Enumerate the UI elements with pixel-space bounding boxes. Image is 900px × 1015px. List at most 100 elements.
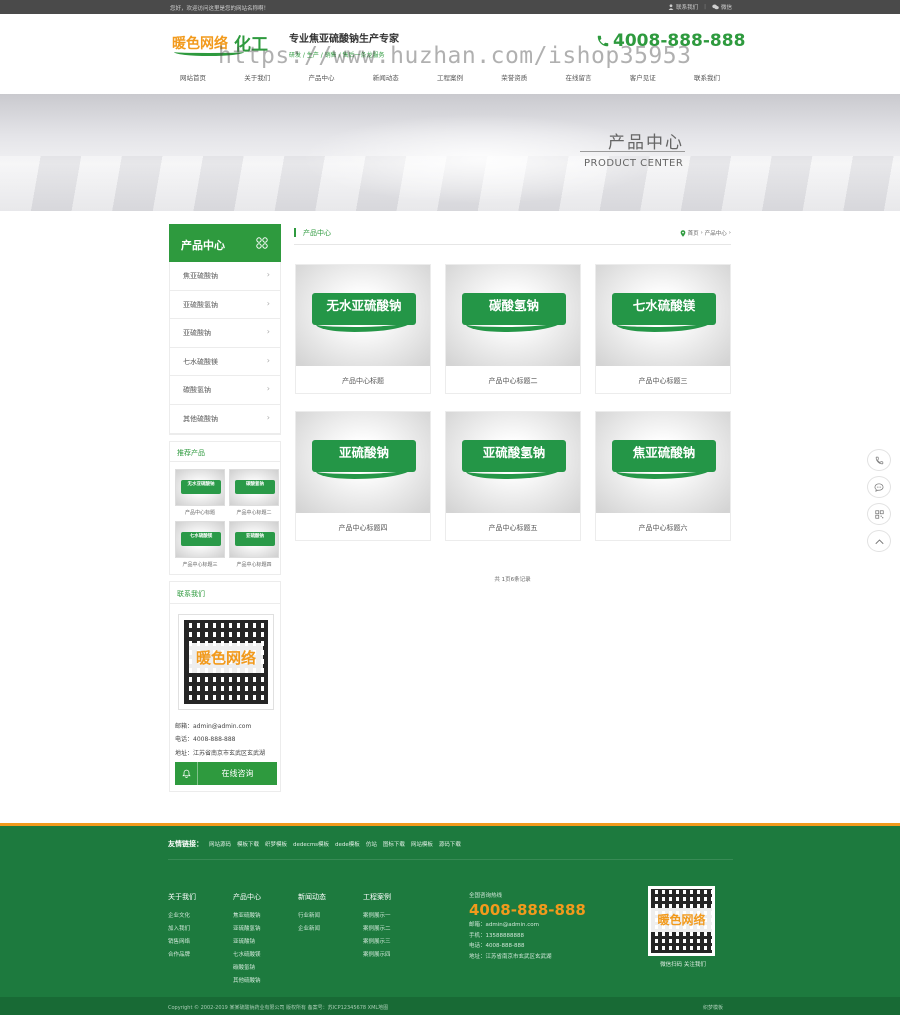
sidebar-item[interactable]: 七水硫酸镁 › xyxy=(170,348,280,377)
float-qrcode-button[interactable] xyxy=(867,503,891,525)
chevron-right-icon: › xyxy=(266,355,270,365)
floating-toolbar xyxy=(867,449,891,552)
product-caption: 产品中心标题四 xyxy=(338,524,388,532)
footer-link[interactable]: 亚硫酸钠 xyxy=(233,936,298,949)
product-image: 七水硫酸镁 xyxy=(596,265,730,366)
breadcrumb-home[interactable]: 首页 xyxy=(688,229,699,237)
footer-link[interactable]: 焦亚硫酸钠 xyxy=(233,910,298,923)
footer-contact: 全国咨询热线 4008-888-888 邮箱：admin@admin.com 手… xyxy=(469,891,586,962)
sidebar-item[interactable]: 其他硫酸钠 › xyxy=(170,405,280,434)
site-footer: 友情链接： 网站源码 模板下载 织梦模板 dedecms模板 dede模板 仿站… xyxy=(0,823,900,1015)
footer-column-title[interactable]: 关于我们 xyxy=(168,892,233,902)
product-thumbnail: 碳酸氢钠 xyxy=(229,468,279,506)
user-icon xyxy=(668,4,674,10)
recommended-item[interactable]: 七水硫酸镁 产品中心标题三 xyxy=(175,520,225,570)
pagination-info: 共 1页6条记录 xyxy=(494,577,531,583)
footer-link[interactable]: 销售网络 xyxy=(168,936,233,949)
product-card[interactable]: 亚硫酸氢钠 产品中心标题五 xyxy=(445,411,581,541)
nav-testimonials[interactable]: 客户见证 xyxy=(620,72,666,82)
friendly-link[interactable]: 模板下载 xyxy=(237,840,259,848)
topbar-contact-link[interactable]: 联系我们 xyxy=(668,3,698,11)
footer-link[interactable]: 企业新闻 xyxy=(298,923,363,936)
friendly-link[interactable]: dede模板 xyxy=(335,840,360,848)
product-caption: 产品中心标题六 xyxy=(638,524,688,532)
product-card[interactable]: 亚硫酸钠产品中心标题四 xyxy=(295,411,431,541)
friendly-link[interactable]: 仿站 xyxy=(366,840,377,848)
content-title: 产品中心 xyxy=(303,229,331,237)
sidebar-item[interactable]: 碳酸氢钠 › xyxy=(170,376,280,405)
footer-column-title[interactable]: 新闻动态 xyxy=(298,892,363,902)
friendly-link[interactable]: dedecms模板 xyxy=(293,840,329,848)
nav-about[interactable]: 关于我们 xyxy=(234,72,280,82)
footer-link[interactable]: 案例展示二 xyxy=(363,923,428,936)
nav-news[interactable]: 新闻动态 xyxy=(363,72,409,82)
friendly-link[interactable]: 图标下载 xyxy=(383,840,405,848)
product-caption: 产品中心标题三 xyxy=(638,377,688,385)
online-consult-button[interactable]: 在线咨询 xyxy=(175,761,277,785)
sidebar-item-label: 亚硫酸钠 xyxy=(183,329,211,338)
recommended-item[interactable]: 亚硫酸钠 产品中心标题四 xyxy=(229,520,279,570)
nav-guestbook[interactable]: 在线留言 xyxy=(556,72,602,82)
footer-column-title[interactable]: 产品中心 xyxy=(233,892,298,902)
banner-subtitle: PRODUCT CENTER xyxy=(584,158,684,169)
footer-link[interactable]: 合作品牌 xyxy=(168,949,233,962)
footer-link[interactable]: 案例展示一 xyxy=(363,910,428,923)
breadcrumb: 首页 › 产品中心 › xyxy=(680,229,731,237)
footer-link[interactable]: 其他硫酸钠 xyxy=(233,975,298,988)
friendly-link[interactable]: 织梦模板 xyxy=(265,840,287,848)
friendly-link[interactable]: 源码下载 xyxy=(439,840,461,848)
recommended-item[interactable]: 碳酸氢钠 产品中心标题二 xyxy=(229,468,279,518)
sidebar-item-label: 其他硫酸钠 xyxy=(183,414,218,423)
sidebar-item[interactable]: 亚硫酸氢钠 › xyxy=(170,291,280,320)
product-grid: 无水亚硫酸钠产品中心标题 碳酸氢钠 产品中心标题二 七水硫酸镁产品中心标题三 亚硫… xyxy=(295,264,731,541)
topbar-wechat-link[interactable]: 微信 xyxy=(712,3,732,11)
thumb-badge: 无水亚硫酸钠 xyxy=(181,479,221,494)
bell-icon xyxy=(175,761,198,785)
product-badge: 亚硫酸钠 xyxy=(312,440,416,479)
thumb-badge: 碳酸氢钠 xyxy=(235,479,275,494)
chevron-right-icon: › xyxy=(266,412,270,422)
float-back-to-top-button[interactable] xyxy=(867,530,891,552)
product-image: 亚硫酸钠 xyxy=(296,412,430,513)
nav-contact[interactable]: 联系我们 xyxy=(684,72,730,82)
footer-link[interactable]: 企业文化 xyxy=(168,910,233,923)
float-chat-button[interactable] xyxy=(867,476,891,498)
watermark-text: https://www.huzhan.com/ishop35953 xyxy=(218,43,692,69)
footer-link[interactable]: 案例展示三 xyxy=(363,936,428,949)
nav-products[interactable]: 产品中心 xyxy=(299,72,345,82)
nav-home[interactable]: 网站首页 xyxy=(170,72,216,82)
footer-link[interactable]: 亚硫酸氢钠 xyxy=(233,923,298,936)
top-bar: 您好，欢迎访问这里是您的网站名称啊！ 联系我们 | 微信 xyxy=(0,0,900,14)
footer-link[interactable]: 七水硫酸镁 xyxy=(233,949,298,962)
credit-link[interactable]: 织梦模板 xyxy=(703,1004,723,1011)
float-phone-button[interactable] xyxy=(867,449,891,471)
breadcrumb-separator: › xyxy=(700,230,703,236)
product-card[interactable]: 无水亚硫酸钠产品中心标题 xyxy=(295,264,431,394)
nav-honors[interactable]: 荣誉资质 xyxy=(491,72,537,82)
footer-link[interactable]: 碳酸氢钠 xyxy=(233,962,298,975)
friendly-link[interactable]: 网站源码 xyxy=(209,840,231,848)
product-caption: 产品中心标题 xyxy=(342,377,384,385)
product-badge: 无水亚硫酸钠 xyxy=(312,293,416,332)
recommended-item[interactable]: 无水亚硫酸钠 产品中心标题 xyxy=(175,468,225,518)
nav-cases[interactable]: 工程案例 xyxy=(427,72,473,82)
main-content: 产品中心 首页 › 产品中心 › 无水亚硫酸钠产品中心标题 碳酸氢钠 产品中心标题… xyxy=(294,226,731,583)
sidebar-item[interactable]: 焦亚硫酸钠 › xyxy=(170,262,280,291)
sidebar-item[interactable]: 亚硫酸钠 › xyxy=(170,319,280,348)
product-card[interactable]: 七水硫酸镁产品中心标题三 xyxy=(595,264,731,394)
breadcrumb-current[interactable]: 产品中心 xyxy=(705,229,727,237)
product-image: 无水亚硫酸钠 xyxy=(296,265,430,366)
consult-label: 在线咨询 xyxy=(221,768,254,778)
qrcode-icon xyxy=(874,509,884,519)
product-card[interactable]: 碳酸氢钠 产品中心标题二 xyxy=(445,264,581,394)
sidebar-item-label: 焦亚硫酸钠 xyxy=(183,272,218,280)
footer-link[interactable]: 加入我们 xyxy=(168,923,233,936)
footer-divider xyxy=(168,859,733,860)
footer-link[interactable]: 案例展示四 xyxy=(363,949,428,962)
contact-info: 邮箱：admin@admin.com 电话：4008-888-888 地址：江苏… xyxy=(175,720,265,761)
footer-column-title[interactable]: 工程案例 xyxy=(363,892,428,902)
footer-link[interactable]: 行业新闻 xyxy=(298,910,363,923)
location-pin-icon xyxy=(680,229,685,237)
product-card[interactable]: 焦亚硫酸钠 产品中心标题六 xyxy=(595,411,731,541)
friendly-link[interactable]: 网站模板 xyxy=(411,840,433,848)
